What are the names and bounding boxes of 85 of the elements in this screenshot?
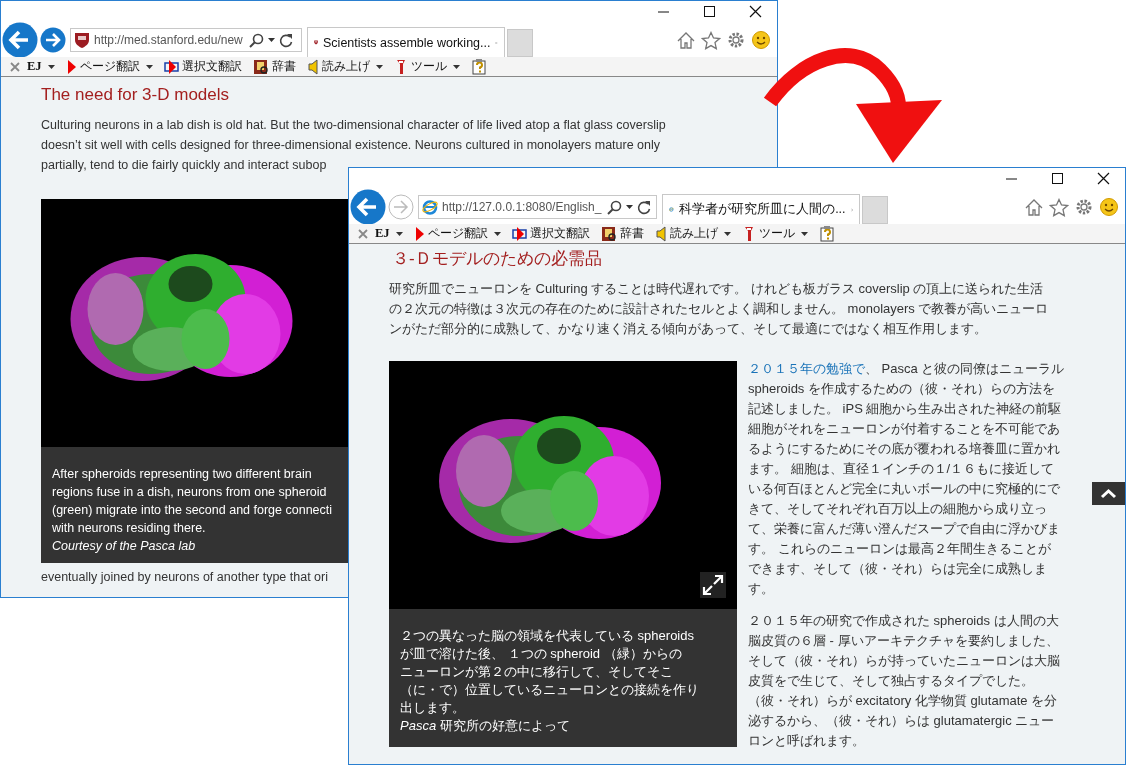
paragraph-line: 脳皮質の６層 - 厚いアーキテクチャを要約しました、 bbox=[748, 632, 1059, 650]
caption-line: (green) migrate into the second and forge connecti bbox=[52, 502, 333, 519]
paragraph-line: の２次元の特徴は３次元の存在のために設計されたセルとよく調和しません。 monolayers で教養が高いニューロ bbox=[389, 300, 1049, 318]
address-bar[interactable]: http://127.0.0.1:8080/English_ bbox=[418, 195, 658, 219]
caret-icon[interactable] bbox=[626, 205, 634, 209]
smiley-icon[interactable] bbox=[751, 30, 771, 50]
paragraph-line: partially, tend to die fairly quickly and interact subop bbox=[41, 157, 327, 174]
caret-icon[interactable] bbox=[267, 38, 275, 42]
url-text[interactable]: http://med.stanford.edu/new bbox=[94, 33, 243, 47]
back-icon[interactable] bbox=[2, 22, 38, 58]
paragraph-line: 記述しました。 iPS 細胞から生み出された神経の前駆 bbox=[748, 400, 1062, 418]
toolbar-button[interactable]: 選択文翻訳 bbox=[159, 57, 246, 76]
tab-title[interactable]: 科学者が研究所皿に人間の... bbox=[679, 201, 846, 218]
paragraph-text: 、 Pasca と彼の同僚はニューラル bbox=[865, 361, 1065, 376]
paragraph-line: るようにするためにその底が覆われる培養皿に置かれ bbox=[748, 440, 1060, 458]
arrow-icon bbox=[65, 58, 77, 75]
caption-line: with neurons residing there. bbox=[52, 520, 206, 537]
caption-line: After spheroids representing two different brain bbox=[52, 466, 312, 483]
settings-icon[interactable] bbox=[726, 30, 746, 50]
toolbar-button[interactable]: ツール bbox=[737, 224, 812, 243]
paragraph-line: て、栄養に富んだ薄い澄んだスープで自由に浮かびま bbox=[748, 520, 1060, 538]
forward-icon[interactable] bbox=[40, 27, 66, 53]
toolbar-button[interactable]: EJ bbox=[23, 57, 59, 76]
speaker-icon bbox=[306, 58, 319, 75]
star-icon[interactable] bbox=[701, 30, 721, 50]
paragraph-line: ンがただ部分的に成熟して、かなり速く消える傾向があって、そして最適にではなく相互作用します。 bbox=[389, 320, 987, 338]
book-icon bbox=[600, 225, 617, 242]
toolbar-button[interactable]: 読み上げ bbox=[302, 57, 387, 76]
paragraph-line: す。 bbox=[748, 580, 774, 598]
smiley-icon[interactable] bbox=[1099, 197, 1119, 217]
paragraph-line: ２０１５年の研究で作成された spheroids は人間の大 bbox=[748, 612, 1059, 630]
url-text[interactable]: http://127.0.0.1:8080/English_ bbox=[442, 200, 602, 214]
paragraph-line: そして（彼・それ）らが持っていたニューロンは大脳 bbox=[748, 652, 1060, 670]
expand-icon[interactable] bbox=[700, 572, 726, 598]
paragraph-line: きて、そしてそれぞれ百万以上の細胞から成り立っ bbox=[748, 500, 1047, 518]
search-icon[interactable] bbox=[248, 32, 264, 48]
settings-icon[interactable] bbox=[1074, 197, 1094, 217]
scroll-to-top-icon[interactable] bbox=[1092, 482, 1125, 505]
paragraph-line: 細胞がそれをニューロンが付着することを不可能であ bbox=[748, 420, 1060, 438]
toolbar-button[interactable]: ツール bbox=[389, 57, 464, 76]
paragraph-line: ます。 細胞は、直径１インチの１/１６もに接近して bbox=[748, 460, 1055, 478]
paragraph-line: doesn’t sit well with cells designed for three-dimensional existence. Neurons cultured in monolayers mature only bbox=[41, 137, 661, 154]
toolbar-button[interactable]: 辞書 bbox=[248, 57, 300, 76]
speaker-icon bbox=[654, 225, 667, 242]
toolbar-button[interactable]: EJ bbox=[371, 224, 407, 243]
article-link[interactable]: ２０１５年の勉強で bbox=[748, 361, 865, 376]
paragraph-line: 皮質をで生じて、そして独占するタイプでした。 bbox=[748, 672, 1034, 690]
refresh-icon[interactable] bbox=[637, 199, 652, 215]
caption-line: ２つの異なった脳の領域を代表している spheroids bbox=[400, 627, 694, 645]
toolbar-button[interactable]: ページ翻訳 bbox=[409, 224, 505, 243]
caption-line: が皿で溶けた後、 １つの spheroid （緑）からの bbox=[400, 645, 682, 663]
paragraph-line: 研究所皿でニューロンを Culturing することは時代遅れです。 けれども板ガラス coverslip の頂上に送られた生活 bbox=[389, 280, 1044, 298]
paragraph-line: できます、そして（彼・それ）らは完全に成熟しま bbox=[748, 560, 1047, 578]
book-icon bbox=[252, 58, 269, 75]
arrow-icon bbox=[413, 225, 425, 242]
caption-credit: Courtesy of the Pasca lab bbox=[52, 538, 196, 555]
search-icon[interactable] bbox=[607, 199, 623, 215]
tab-title[interactable]: Scientists assemble working... bbox=[323, 35, 491, 50]
caption-credit: Pasca 研究所の好意によって bbox=[400, 717, 570, 735]
paragraph-line: 泌するから、（彼・それ）らは glutamatergic ニュー bbox=[748, 712, 1055, 730]
paragraph-line: Culturing neurons in a lab dish is old hat. But the two-dimensional character of life lived atop a flat glass coverslip bbox=[41, 117, 666, 134]
caption-line: regions fuse in a dish, neurons from one spheroid bbox=[52, 484, 327, 501]
home-icon[interactable] bbox=[1024, 197, 1044, 217]
paragraph-line: spheroids を作成するための（彼・それ）らの方法を bbox=[748, 380, 1055, 398]
refresh-icon[interactable] bbox=[278, 32, 293, 48]
paragraph-line: す。 これらのニューロンは最高２年間生きることが bbox=[748, 540, 1051, 558]
toolbar-button[interactable]: ページ翻訳 bbox=[61, 57, 157, 76]
paragraph-line: いる何百ほとんど完全に丸いボールの中に究極的にで bbox=[748, 480, 1060, 498]
caption-line: 出します。 bbox=[400, 699, 465, 717]
paragraph-line: ロンと呼ばれます。 bbox=[748, 732, 865, 750]
toolbar-button[interactable]: 辞書 bbox=[596, 224, 648, 243]
paragraph-line: eventually joined by neurons of another type that ori bbox=[41, 569, 328, 585]
back-icon[interactable] bbox=[350, 189, 386, 225]
toolbar-button[interactable]: 選択文翻訳 bbox=[507, 224, 594, 243]
caption-line: ニューロンが第２の中に移行して、そしてそこ bbox=[400, 663, 673, 681]
star-icon[interactable] bbox=[1049, 197, 1069, 217]
section-heading: ３-Ｄモデルのための必需品 bbox=[391, 248, 603, 270]
address-bar[interactable]: http://med.stanford.edu/new bbox=[70, 28, 302, 52]
home-icon[interactable] bbox=[676, 30, 696, 50]
toolbar-button[interactable]: 読み上げ bbox=[650, 224, 735, 243]
browser-tab[interactable]: Scientists assemble working... bbox=[307, 27, 505, 57]
section-heading: The need for 3-D models bbox=[41, 84, 231, 106]
browser-tab[interactable]: 科学者が研究所皿に人間の... bbox=[662, 194, 861, 224]
paragraph-line: （彼・それ）らが excitatory 化学物質 glutamate を分 bbox=[748, 692, 1058, 710]
caption-line: （に・で）位置しているニューロンとの接続を作り bbox=[400, 681, 699, 699]
